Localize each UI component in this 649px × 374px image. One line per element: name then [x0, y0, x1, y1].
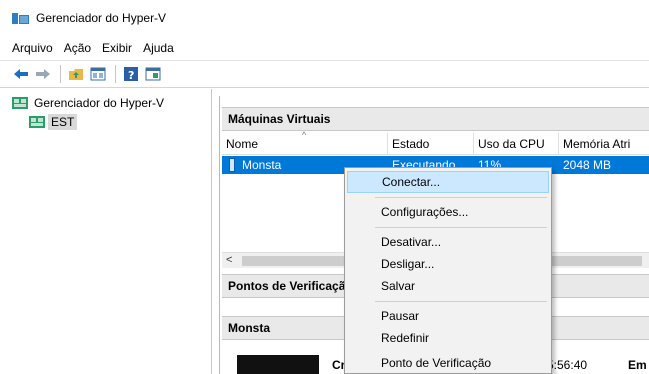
toolbar: ?: [0, 60, 649, 88]
vms-section-header[interactable]: Máquinas Virtuais: [222, 107, 649, 131]
back-arrow-icon[interactable]: [11, 64, 31, 84]
column-header-memory[interactable]: Memória Atri: [559, 133, 649, 155]
column-header-cpu[interactable]: Uso da CPU: [474, 133, 559, 155]
context-menu-shut-down[interactable]: Desligar...: [347, 253, 549, 275]
menu-separator: [375, 197, 547, 198]
svg-text:?: ?: [128, 69, 134, 82]
vm-list-column-headers: Nome ^ Estado Uso da CPU Memória Atri: [222, 130, 649, 155]
tree-item-hyperv-manager[interactable]: Gerenciador do Hyper-V: [12, 94, 167, 112]
scroll-left-icon[interactable]: <: [226, 254, 232, 266]
menu-separator: [375, 301, 547, 302]
vm-screen-thumbnail[interactable]: [237, 355, 319, 374]
context-menu-turn-off[interactable]: Desativar...: [347, 231, 549, 253]
details-right-label: Em: [628, 358, 647, 372]
tree-item-server[interactable]: EST: [29, 113, 78, 131]
vm-context-menu: Conectar... Configurações... Desativar..…: [344, 167, 552, 374]
menu-arquivo[interactable]: Arquivo: [12, 41, 53, 55]
tree-item-label: EST: [48, 114, 78, 130]
context-menu-checkpoint[interactable]: Ponto de Verificação: [347, 352, 549, 374]
help-icon[interactable]: ?: [121, 64, 141, 84]
context-menu-pause[interactable]: Pausar: [347, 305, 549, 327]
properties-icon[interactable]: [143, 64, 163, 84]
tree-item-label: Gerenciador do Hyper-V: [34, 96, 165, 110]
show-tree-icon[interactable]: [88, 64, 108, 84]
context-menu-connect[interactable]: Conectar...: [347, 171, 549, 193]
vm-memory: 2048 MB: [563, 158, 612, 172]
details-time: 5:56:40: [547, 358, 588, 372]
context-menu-reset[interactable]: Redefinir: [347, 327, 549, 349]
vm-name: Monsta: [242, 158, 282, 172]
toolbar-separator: [60, 65, 61, 83]
vm-details-section-title: Monsta: [228, 321, 270, 335]
menu-ajuda[interactable]: Ajuda: [143, 41, 174, 55]
column-header-state[interactable]: Estado: [388, 133, 474, 155]
context-menu-settings[interactable]: Configurações...: [347, 201, 549, 223]
server-icon: [29, 115, 45, 129]
hyperv-manager-icon: [12, 96, 28, 110]
checkpoints-section-title: Pontos de Verificação: [228, 279, 353, 293]
title-bar: Gerenciador do Hyper-V: [0, 0, 649, 36]
vm-icon: [229, 158, 235, 172]
navigation-tree-pane: Gerenciador do Hyper-V EST: [0, 89, 212, 374]
menu-acao[interactable]: Ação: [64, 41, 91, 55]
toolbar-separator: [115, 65, 116, 83]
hyperv-app-icon: [12, 11, 30, 25]
folder-up-icon[interactable]: [66, 64, 86, 84]
menu-bar: Arquivo Ação Exibir Ajuda: [0, 37, 649, 59]
sort-ascending-icon: ^: [302, 130, 307, 140]
vms-section-title: Máquinas Virtuais: [228, 112, 331, 126]
menu-exibir[interactable]: Exibir: [102, 41, 132, 55]
context-menu-save[interactable]: Salvar: [347, 275, 549, 297]
menu-separator: [375, 227, 547, 228]
column-header-name[interactable]: Nome ^: [222, 130, 388, 155]
forward-arrow-icon[interactable]: [33, 64, 53, 84]
window-title: Gerenciador do Hyper-V: [36, 11, 167, 25]
